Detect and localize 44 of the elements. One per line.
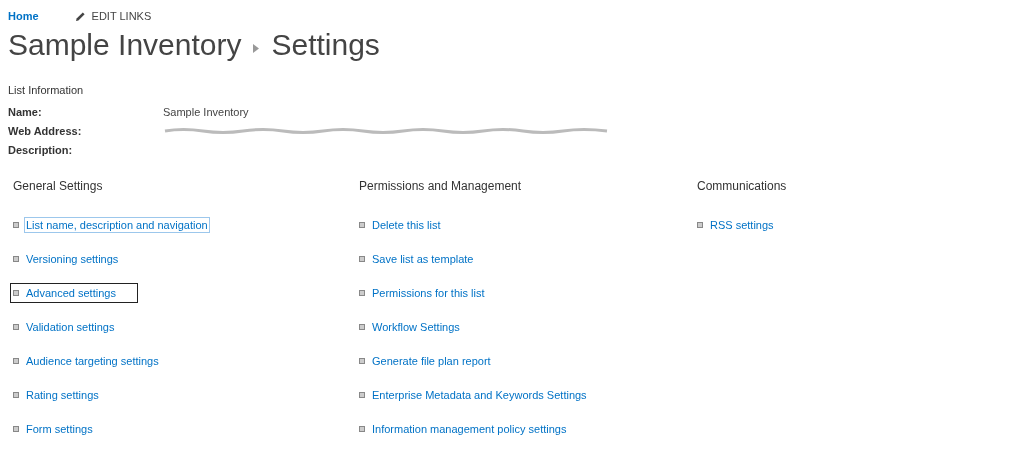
bullet-icon — [13, 256, 19, 262]
bullet-icon — [697, 222, 703, 228]
settings-link[interactable]: Save list as template — [371, 252, 475, 266]
settings-link[interactable]: Versioning settings — [25, 252, 120, 266]
bullet-icon — [13, 392, 19, 398]
section-heading: Communications — [697, 179, 787, 195]
settings-link[interactable]: Rating settings — [25, 388, 100, 402]
bullet-icon — [359, 324, 365, 330]
section-heading: General Settings — [13, 179, 104, 195]
bullet-icon — [359, 222, 365, 228]
page-title: Sample Inventory — [8, 28, 242, 62]
bullet-icon — [13, 426, 19, 432]
settings-link[interactable]: Permissions for this list — [371, 286, 486, 300]
field-label: Name: — [8, 105, 43, 118]
field-label: Description: — [8, 143, 74, 156]
settings-link[interactable]: RSS settings — [709, 218, 775, 232]
home-link[interactable]: Home — [8, 10, 39, 22]
section-heading: List Information — [8, 84, 85, 96]
bullet-icon — [359, 290, 365, 296]
settings-link[interactable]: Generate file plan report — [371, 354, 492, 368]
settings-link[interactable]: Validation settings — [25, 320, 116, 334]
settings-link[interactable]: Advanced settings — [25, 286, 117, 300]
edit-links-button[interactable]: EDIT LINKS — [74, 10, 152, 22]
settings-link[interactable]: Form settings — [25, 422, 94, 436]
bullet-icon — [359, 392, 365, 398]
pencil-icon — [74, 10, 86, 22]
bullet-icon — [13, 358, 19, 364]
bullet-icon — [359, 256, 365, 262]
bullet-icon — [359, 426, 365, 432]
settings-link[interactable]: Audience targeting settings — [25, 354, 160, 368]
bullet-icon — [13, 222, 19, 228]
field-value: Sample Inventory — [163, 105, 249, 118]
page-title: Settings — [271, 28, 380, 62]
settings-link[interactable]: Workflow Settings — [371, 320, 461, 334]
settings-link[interactable]: Enterprise Metadata and Keywords Settings — [371, 388, 588, 402]
section-heading: Permissions and Management — [359, 179, 523, 195]
settings-link[interactable]: Delete this list — [371, 218, 442, 232]
bullet-icon — [359, 358, 365, 364]
bullet-icon — [13, 324, 19, 330]
bullet-icon — [13, 290, 19, 296]
field-label: Web Address: — [8, 124, 83, 137]
settings-link[interactable]: Information management policy settings — [371, 422, 568, 436]
settings-link[interactable]: List name, description and navigation — [25, 218, 209, 232]
breadcrumb-arrow-icon — [253, 43, 260, 53]
